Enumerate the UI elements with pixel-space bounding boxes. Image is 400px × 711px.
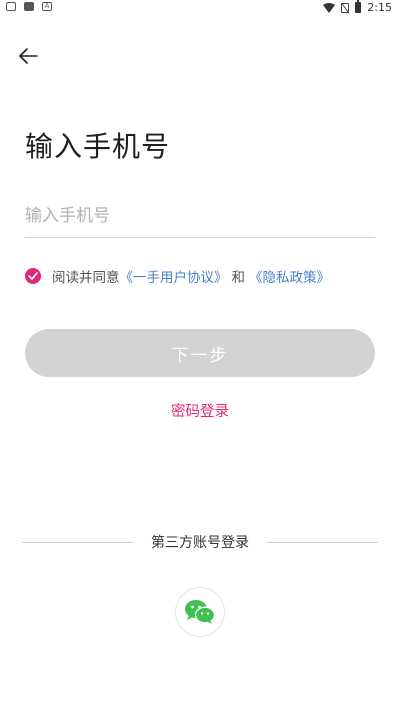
app-icon: [24, 2, 34, 11]
agreement-checkbox[interactable]: [25, 268, 41, 284]
wechat-icon: [185, 600, 216, 624]
status-bar: A 2:15: [0, 0, 400, 16]
status-time: 2:15: [367, 1, 392, 14]
agreement-and: 和: [231, 270, 246, 286]
third-party-label: 第三方账号登录: [151, 535, 249, 551]
status-right-icons: 2:15: [323, 0, 392, 14]
agreement-prefix: 阅读并同意: [52, 270, 120, 286]
wifi-icon: [323, 2, 336, 13]
divider-left: [22, 541, 133, 543]
arrow-left-icon: [19, 48, 38, 64]
agreement-row: 阅读并同意 《一手用户协议》 和 《隐私政策》: [25, 266, 330, 286]
notification-icon: [6, 2, 16, 11]
user-agreement-link[interactable]: 《一手用户协议》: [120, 266, 228, 286]
status-left-icons: A: [6, 2, 52, 11]
divider-right: [267, 541, 378, 543]
next-step-button[interactable]: 下一步: [25, 329, 375, 377]
no-sim-icon: [341, 2, 350, 13]
third-party-login-header: 第三方账号登录: [22, 532, 378, 552]
password-login-link[interactable]: 密码登录: [0, 400, 400, 421]
check-icon: [28, 272, 38, 280]
phone-number-input[interactable]: [25, 194, 375, 238]
privacy-policy-link[interactable]: 《隐私政策》: [249, 266, 330, 286]
battery-icon: [355, 0, 362, 13]
wechat-login-button[interactable]: [175, 587, 225, 637]
back-button[interactable]: [18, 44, 50, 68]
a-icon: A: [42, 2, 52, 11]
page-title: 输入手机号: [25, 130, 171, 163]
